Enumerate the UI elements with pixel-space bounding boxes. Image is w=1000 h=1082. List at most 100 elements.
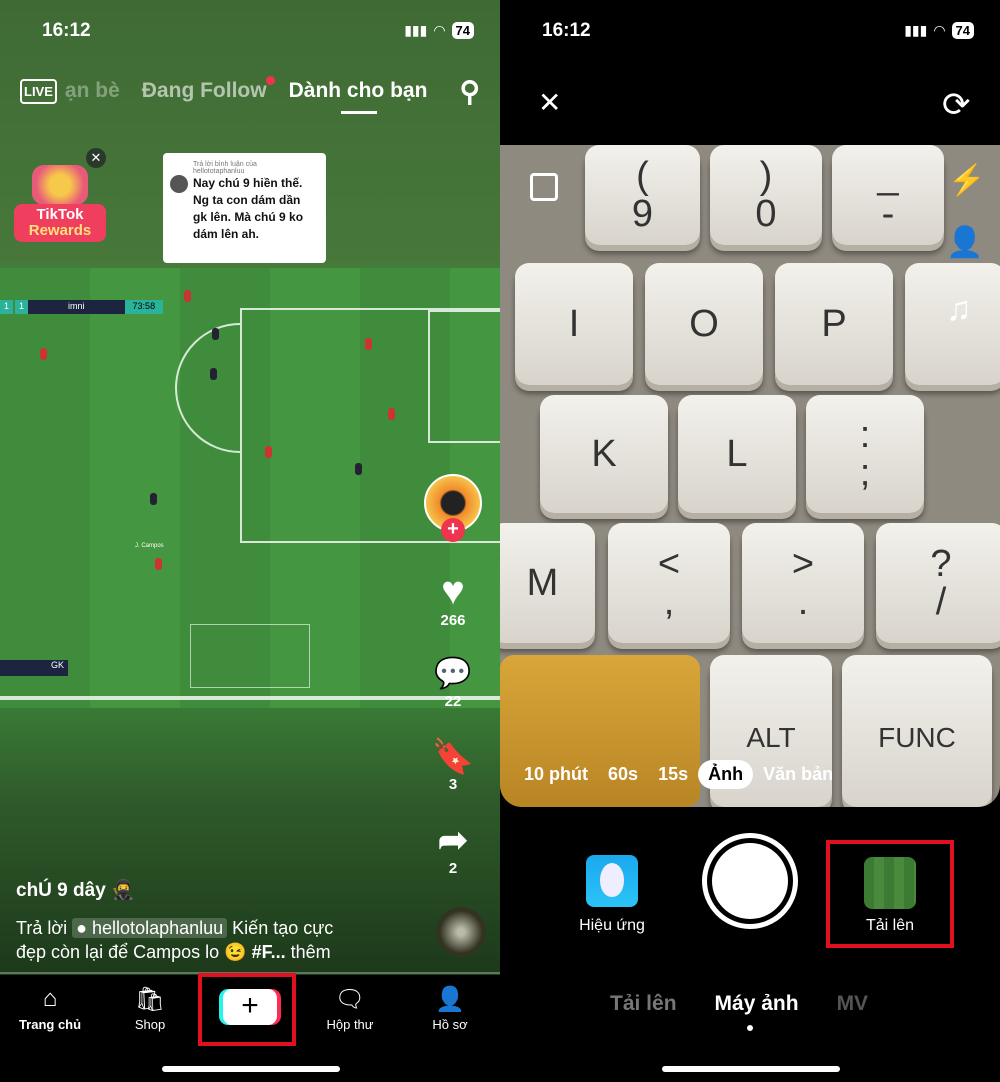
shop-icon: 🛍 bbox=[134, 986, 166, 1013]
effects-button[interactable]: Hiệu ứng bbox=[570, 855, 654, 935]
active-underline bbox=[340, 111, 377, 114]
like-button[interactable]: ♥ 266 bbox=[420, 570, 486, 629]
camera-preview[interactable]: ( 9 ) 0 _ - I O P K L : ; M < , > . ? / … bbox=[500, 145, 1000, 807]
key: L bbox=[678, 395, 796, 513]
caption: Trả lời ● hellotolaphanluu Kiến tạo cực … bbox=[16, 916, 416, 964]
player bbox=[265, 446, 272, 458]
mode-text[interactable]: Văn bản bbox=[753, 760, 843, 789]
mode-10min[interactable]: 10 phút bbox=[514, 760, 598, 789]
nav-label: Trang chủ bbox=[18, 1017, 82, 1032]
nav-profile[interactable]: 👤 Hồ sơ bbox=[400, 975, 500, 1082]
home-indicator bbox=[662, 1066, 840, 1072]
status-time: 16:12 bbox=[42, 20, 91, 41]
inbox-icon: 🗨 bbox=[334, 986, 366, 1013]
scoreboard: 1 1 imni 73:58 bbox=[0, 300, 164, 314]
tab-label: Dành cho bạn bbox=[288, 79, 428, 102]
key: ( 9 bbox=[585, 145, 700, 245]
reply-prefix: Trả lời bbox=[16, 918, 68, 938]
mention-chip[interactable]: ● hellotolaphanluu bbox=[72, 918, 228, 938]
tab-friends[interactable]: ạn bè bbox=[65, 79, 120, 103]
tiktok-rewards-badge[interactable]: TikTok Rewards ✕ bbox=[12, 148, 108, 242]
share-button[interactable]: ➦ 2 bbox=[420, 819, 486, 878]
author-name[interactable]: chÚ 9 dây 🥷 bbox=[16, 878, 135, 902]
highlight-box bbox=[826, 840, 954, 948]
player bbox=[40, 348, 47, 360]
feed-tabs: LIVE ạn bè Đang Follow Dành cho bạn ⚲ bbox=[20, 75, 480, 114]
home-icon: ⌂ bbox=[42, 985, 58, 1012]
close-icon[interactable]: ✕ bbox=[86, 148, 106, 168]
key: M bbox=[500, 523, 595, 643]
search-icon[interactable]: ⚲ bbox=[459, 75, 480, 108]
hashtag-link[interactable]: #F... bbox=[252, 942, 286, 962]
bubble-header: Trả lời bình luận của bbox=[193, 161, 257, 168]
highlight-box bbox=[198, 973, 296, 1046]
battery-icon: 74 bbox=[451, 22, 474, 39]
player bbox=[150, 493, 157, 505]
key: ) 0 bbox=[710, 145, 822, 245]
like-count: 266 bbox=[440, 612, 466, 629]
aspect-ratio-icon[interactable] bbox=[530, 173, 558, 201]
flip-camera-icon[interactable]: ⟳ bbox=[942, 88, 971, 122]
caption-text: Kiến tạo cực bbox=[232, 918, 334, 938]
share-icon: ➦ bbox=[437, 819, 469, 860]
rewards-line1: TikTok bbox=[36, 206, 84, 223]
mode-15s[interactable]: 15s bbox=[648, 760, 698, 789]
tab-for-you[interactable]: Dành cho bạn bbox=[288, 79, 428, 114]
notification-dot bbox=[265, 76, 275, 85]
more-link[interactable]: thêm bbox=[291, 942, 331, 962]
share-count: 2 bbox=[448, 860, 458, 877]
signal-icon: ▮▮▮ bbox=[404, 22, 428, 38]
music-icon[interactable]: ♫ bbox=[946, 290, 972, 329]
player bbox=[388, 408, 395, 420]
nav-label: Hồ sơ bbox=[432, 1017, 468, 1032]
key: : ; bbox=[806, 395, 924, 513]
shutter-button[interactable] bbox=[702, 833, 798, 929]
minimap bbox=[190, 624, 310, 688]
save-count: 3 bbox=[448, 776, 458, 793]
music-disc-icon[interactable] bbox=[436, 907, 486, 957]
avatar bbox=[170, 175, 188, 193]
key: P bbox=[775, 263, 893, 385]
player bbox=[212, 328, 219, 340]
comment-button[interactable]: 💬 22 bbox=[420, 655, 486, 710]
tab-upload[interactable]: Tải lên bbox=[610, 992, 677, 1016]
key: K bbox=[540, 395, 668, 513]
profile-icon: 👤 bbox=[435, 986, 465, 1013]
key: I bbox=[515, 263, 633, 385]
wifi-icon: ◠ bbox=[433, 22, 446, 38]
rewards-line2: Rewards bbox=[28, 222, 92, 239]
status-icons: ▮▮▮ ◠ 74 bbox=[404, 22, 474, 39]
flash-off-icon[interactable]: ⚡ bbox=[948, 163, 985, 198]
bookmark-button[interactable]: 🔖 3 bbox=[420, 738, 486, 793]
live-button[interactable]: LIVE bbox=[20, 78, 57, 104]
bubble-text: Nay chú 9 hiền thế. Ng ta con dám dần gk… bbox=[193, 176, 304, 241]
active-tab-dot bbox=[747, 1025, 753, 1031]
camera-screen: 16:12 ▮▮▮ ◠ 74 ✕ ⟳ ( 9 ) 0 _ - I O P K L :… bbox=[500, 0, 1000, 1082]
battery-icon: 74 bbox=[951, 22, 974, 39]
tab-camera[interactable]: Máy ảnh bbox=[715, 992, 799, 1016]
face-shape bbox=[600, 863, 624, 897]
player bbox=[155, 558, 162, 570]
tab-following[interactable]: Đang Follow bbox=[142, 76, 275, 103]
key: < , bbox=[608, 523, 730, 643]
bottom-tabs: Tải lên Máy ảnh MV bbox=[610, 992, 868, 1016]
mention-text: hellotolaphanluu bbox=[92, 918, 224, 938]
coins-gift-icon bbox=[32, 165, 88, 205]
close-icon[interactable]: ✕ bbox=[538, 86, 561, 119]
shutter-inner bbox=[712, 843, 788, 919]
comment-count: 22 bbox=[444, 693, 462, 710]
mode-photo[interactable]: Ảnh bbox=[698, 760, 754, 789]
add-person-icon[interactable]: 👤 bbox=[946, 225, 983, 260]
nav-home[interactable]: ⌂ Trang chủ bbox=[0, 975, 100, 1082]
capture-mode-selector: 10 phút 60s 15s Ảnh Văn bản bbox=[514, 760, 843, 789]
bookmark-icon: 🔖 bbox=[431, 738, 475, 776]
mode-60s[interactable]: 60s bbox=[598, 760, 648, 789]
follow-plus-icon[interactable]: + bbox=[441, 518, 465, 542]
tab-mv[interactable]: MV bbox=[837, 992, 869, 1016]
signal-icon: ▮▮▮ bbox=[904, 22, 928, 38]
nav-label: Hộp thư bbox=[326, 1017, 374, 1032]
creator-avatar[interactable]: + bbox=[420, 474, 486, 542]
goal-box bbox=[428, 310, 500, 443]
player bbox=[355, 463, 362, 475]
bubble-user: hellototaphanluu bbox=[193, 168, 245, 175]
